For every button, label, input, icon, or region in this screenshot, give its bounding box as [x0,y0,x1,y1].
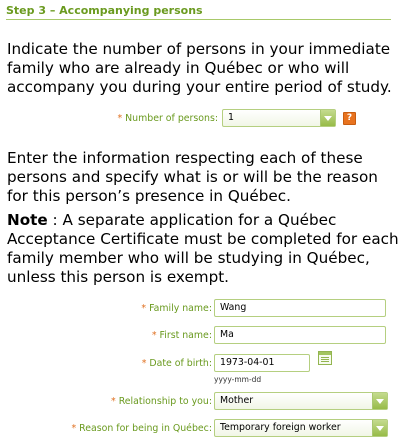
intro-paragraph: Indicate the number of persons in your i… [7,40,392,96]
date-format-hint: yyyy-mm-dd [214,375,262,384]
note-text: : A separate application for a Québec Ac… [7,211,399,286]
date-of-birth-label: * Date of birth: [142,358,212,369]
date-of-birth-row: * Date of birth: 1973-04-01 [0,351,404,374]
number-of-persons-label-text: Number of persons: [125,113,218,124]
number-of-persons-value: 1 [228,112,234,123]
first-name-label: * First name: [152,330,212,341]
step-title: Step 3 – Accompanying persons [6,4,203,17]
required-marker: * [151,330,157,341]
first-name-row: * First name: Ma [0,326,404,346]
number-of-persons-row: * Number of persons: 1 ? [0,109,404,129]
note-label: Note [7,211,48,229]
first-name-field[interactable]: Ma [214,326,386,344]
date-of-birth-label-text: Date of birth: [149,358,212,369]
number-of-persons-select[interactable]: 1 [222,109,336,127]
required-marker: * [141,303,147,314]
family-name-row: * Family name: Wang [0,299,404,319]
step-divider [6,19,391,20]
required-marker: * [71,423,77,434]
note-paragraph: Note : A separate application for a Québ… [7,211,399,287]
reason-select[interactable]: Temporary foreign worker [214,419,388,437]
relationship-select[interactable]: Mother [214,392,388,410]
number-of-persons-label: * Number of persons: [117,113,218,124]
dropdown-arrow-icon[interactable] [372,420,387,436]
required-marker: * [111,396,116,407]
date-of-birth-field[interactable]: 1973-04-01 [214,354,310,372]
required-marker: * [117,113,123,124]
family-name-label: * Family name: [141,303,212,314]
help-icon[interactable]: ? [343,112,356,125]
first-name-label-text: First name: [159,330,212,341]
info-paragraph: Enter the information respecting each of… [7,149,378,205]
reason-row: * Reason for being in Québec: Temporary f… [0,419,404,439]
family-name-label-text: Family name: [149,303,212,314]
reason-label: * Reason for being in Québec: [71,423,212,434]
calendar-icon[interactable] [318,351,332,365]
reason-value: Temporary foreign worker [220,422,341,433]
reason-label-text: Reason for being in Québec: [79,423,212,434]
relationship-row: * Relationship to you: Mother [0,392,404,412]
required-marker: * [141,358,147,369]
relationship-label-text: Relationship to you: [118,396,212,407]
family-name-field[interactable]: Wang [214,299,386,317]
relationship-label: * Relationship to you: [111,396,212,407]
dropdown-arrow-icon[interactable] [372,393,387,409]
dropdown-arrow-icon[interactable] [320,110,335,126]
relationship-value: Mother [220,395,254,406]
